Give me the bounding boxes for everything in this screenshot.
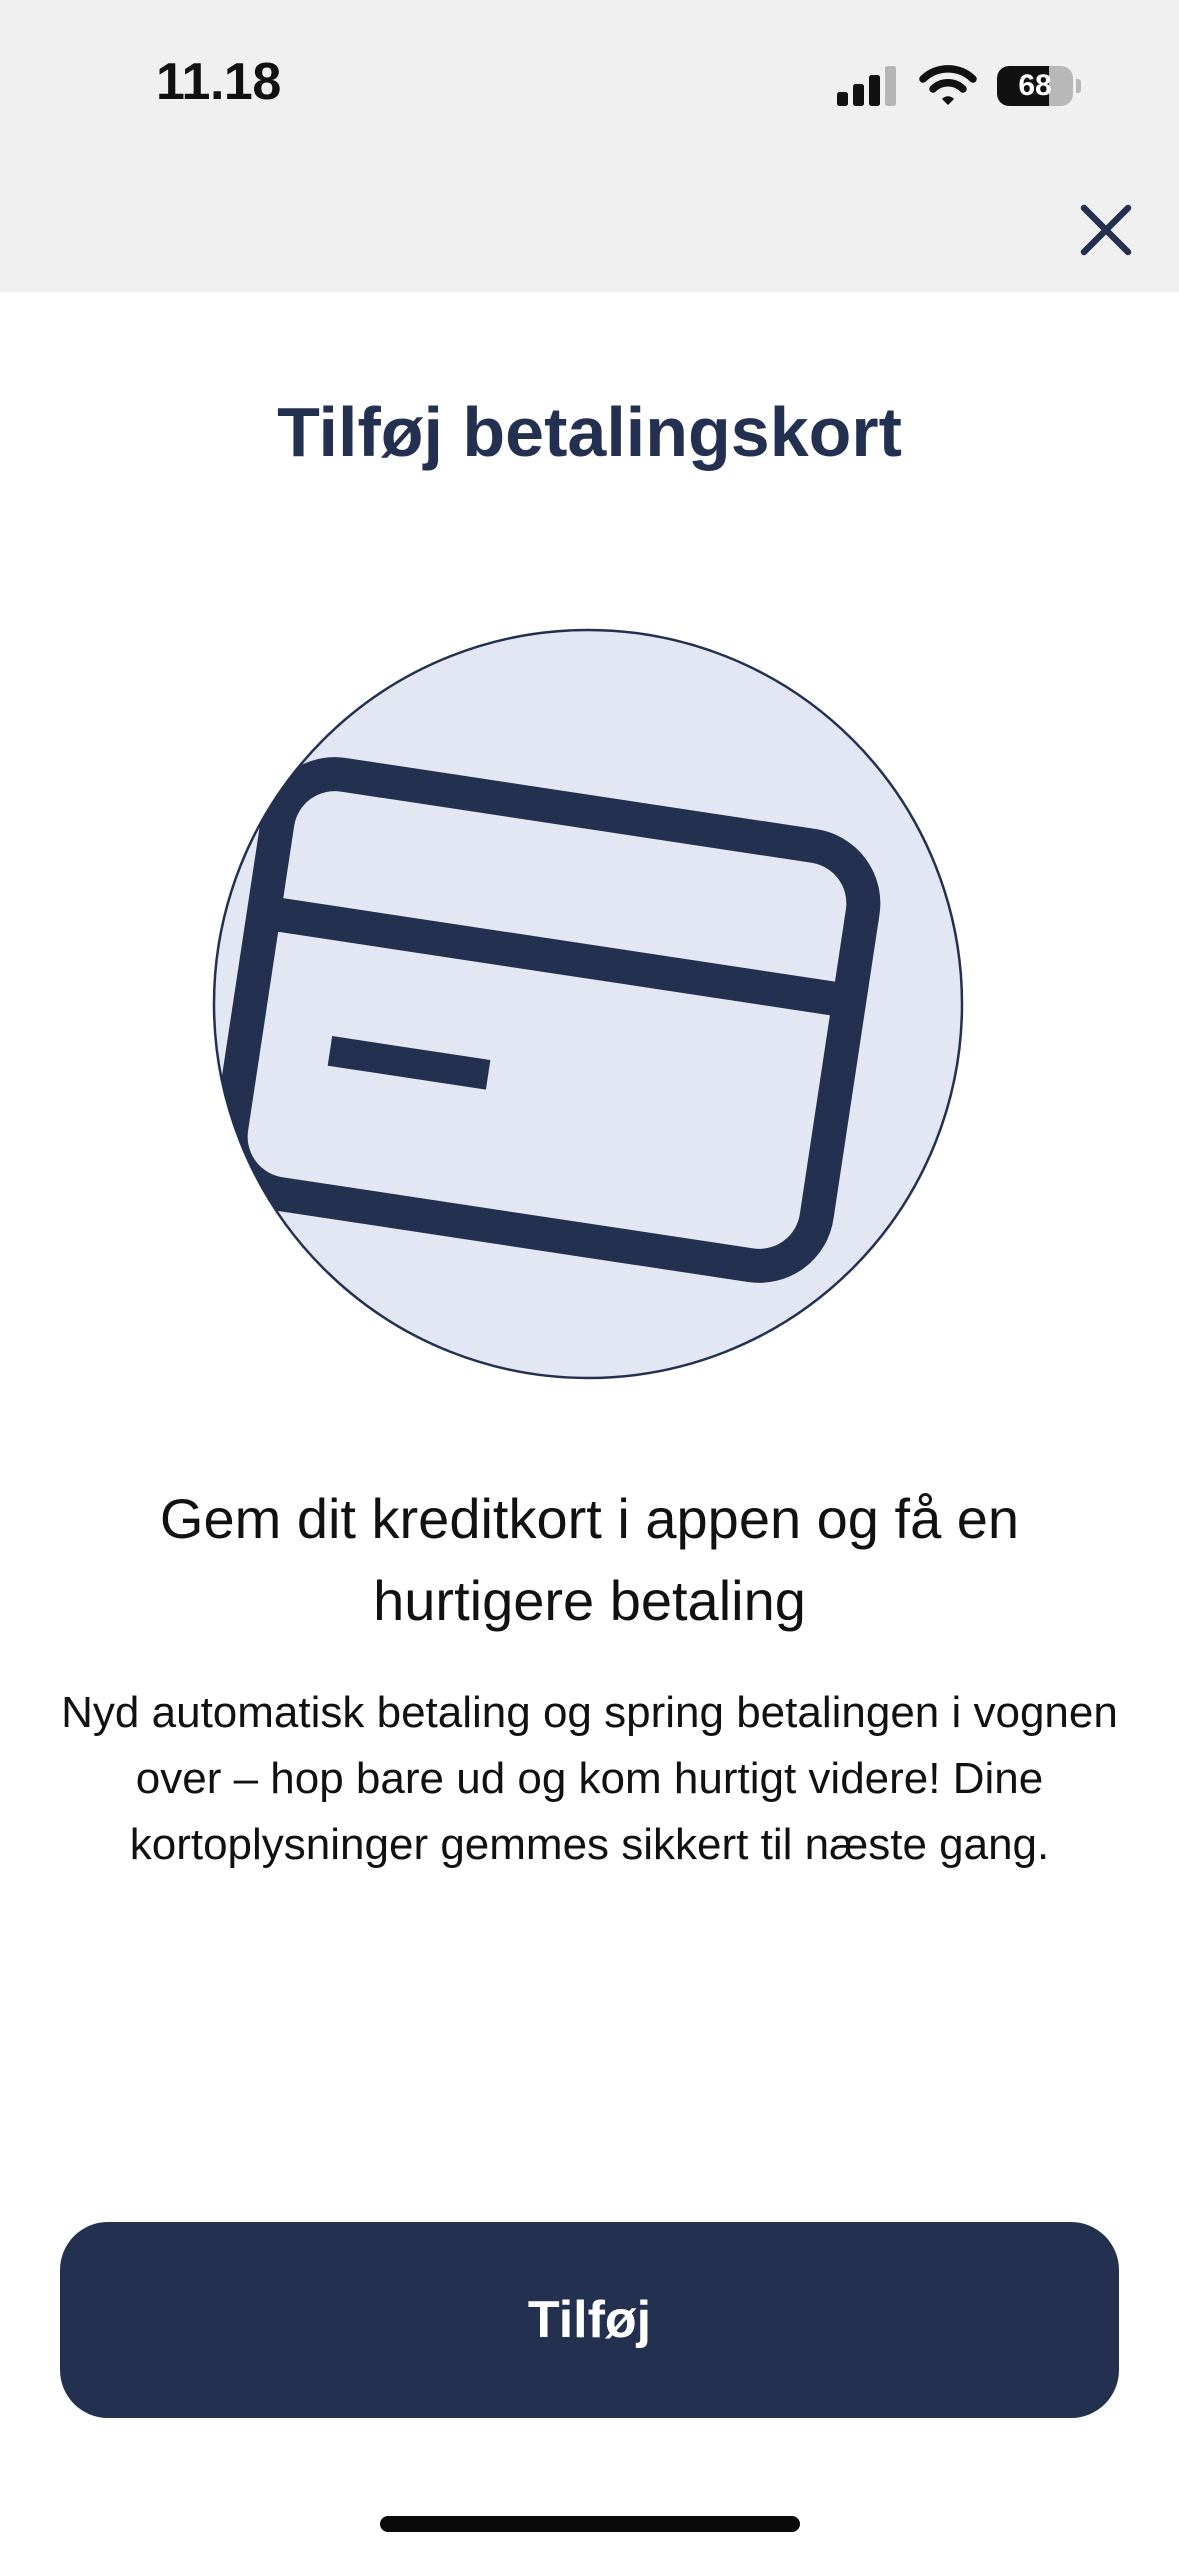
credit-card-icon [212, 628, 964, 1380]
status-time: 11.18 [156, 53, 281, 111]
battery-icon: 68 [997, 66, 1081, 106]
description: Nyd automatisk betaling og spring betali… [61, 1688, 1118, 1869]
status-icons: 68 [837, 58, 1081, 114]
home-indicator[interactable] [380, 2516, 800, 2532]
close-button[interactable] [1068, 192, 1144, 268]
top-area [0, 0, 1179, 292]
battery-level: 68 [1018, 69, 1052, 102]
add-card-button-label: Tilføj [527, 2291, 652, 2349]
wifi-icon [919, 65, 977, 105]
screen: 11.18 68 Tilføj betalingskort Gem dit kr… [0, 0, 1179, 2556]
close-icon [1080, 204, 1132, 256]
page-title: Tilføj betalingskort [277, 393, 902, 471]
headline: Gem dit kreditkort i appen og få en hurt… [159, 1487, 1020, 1632]
add-card-button[interactable]: Tilføj [60, 2222, 1119, 2418]
signal-icon [837, 66, 896, 106]
